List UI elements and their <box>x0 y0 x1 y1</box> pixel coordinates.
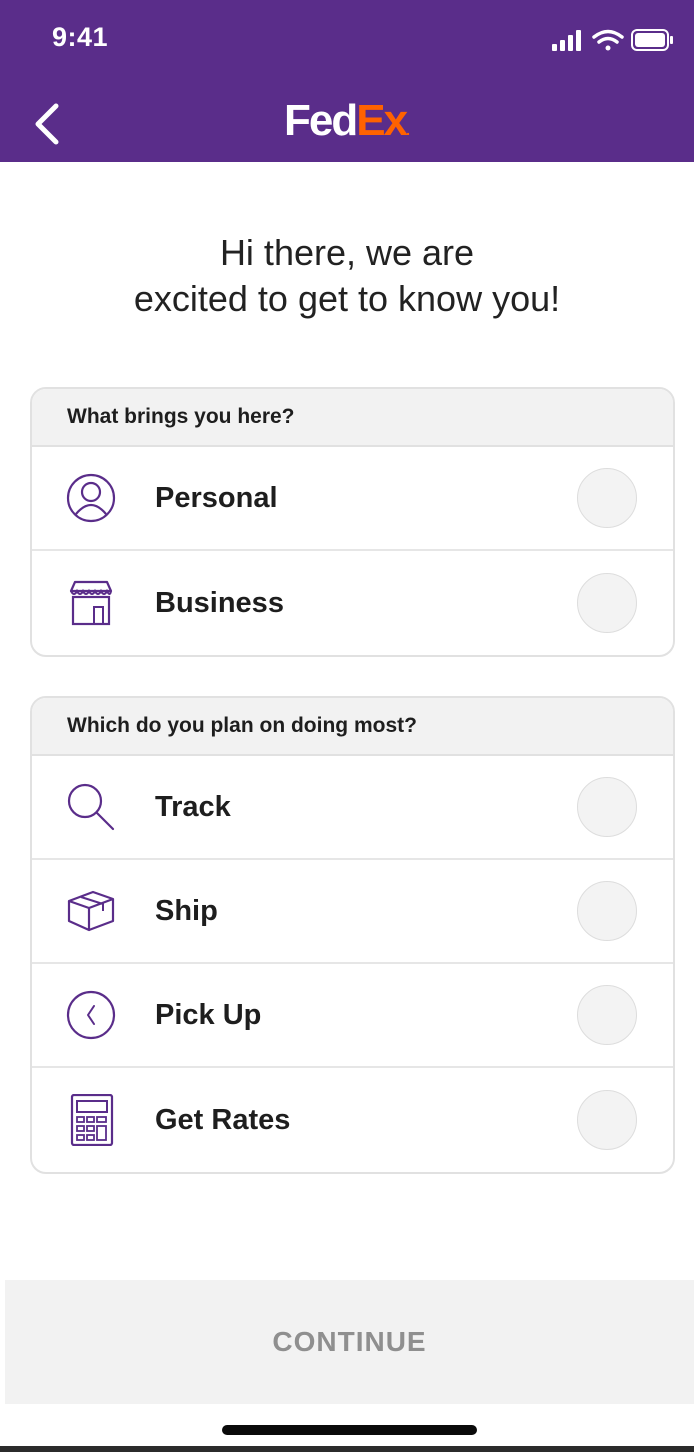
home-indicator <box>222 1425 477 1435</box>
option-label: Business <box>155 586 284 619</box>
option-personal[interactable]: Personal <box>32 447 673 551</box>
get-rates-radio[interactable] <box>577 1090 637 1150</box>
storefront-icon <box>69 580 113 626</box>
option-label: Get Rates <box>155 1103 291 1136</box>
section-title: Which do you plan on doing most? <box>32 698 673 756</box>
personal-radio[interactable] <box>577 468 637 528</box>
greeting-line-1: Hi there, we are <box>219 232 475 273</box>
battery-icon <box>631 29 673 51</box>
status-icons <box>552 26 674 61</box>
option-track[interactable]: Track <box>32 756 673 860</box>
usage-type-card: What brings you here? Personal Business <box>30 387 675 657</box>
clock-icon <box>66 990 116 1040</box>
business-radio[interactable] <box>577 573 637 633</box>
option-label: Personal <box>155 481 278 514</box>
pick-up-radio[interactable] <box>577 985 637 1045</box>
track-radio[interactable] <box>577 777 637 837</box>
signal-icon <box>552 30 581 51</box>
activity-card: Which do you plan on doing most? Track S… <box>30 696 675 1174</box>
option-business[interactable]: Business <box>32 551 673 655</box>
screen-bottom-edge <box>0 1446 694 1452</box>
app-header: 9:41 FedEx. <box>0 0 694 162</box>
option-ship[interactable]: Ship <box>32 860 673 964</box>
option-pick-up[interactable]: Pick Up <box>32 964 673 1068</box>
wifi-icon <box>592 29 624 51</box>
option-label: Pick Up <box>155 998 262 1031</box>
section-title: What brings you here? <box>32 389 673 447</box>
status-time: 9:41 <box>52 22 109 52</box>
greeting-line-2: excited to get to know you! <box>133 278 561 319</box>
fedex-logo: FedEx. <box>284 96 410 145</box>
ship-radio[interactable] <box>577 881 637 941</box>
option-get-rates[interactable]: Get Rates <box>32 1068 673 1172</box>
greeting-text: Hi there, we are excited to get to know … <box>0 230 694 322</box>
option-label: Track <box>155 790 231 823</box>
person-icon <box>66 473 116 523</box>
option-label: Ship <box>155 894 218 927</box>
package-icon <box>67 890 115 932</box>
continue-button[interactable]: CONTINUE <box>5 1280 694 1404</box>
calculator-icon <box>70 1094 114 1146</box>
search-icon <box>67 783 115 831</box>
